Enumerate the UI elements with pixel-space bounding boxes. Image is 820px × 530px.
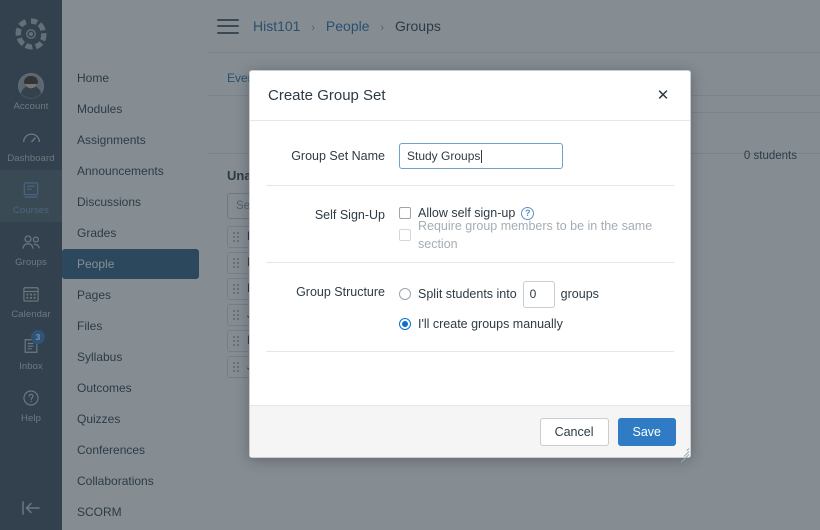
breadcrumb-item-course[interactable]: Hist101 xyxy=(253,18,300,34)
dialog-body: Group Set Name Study Groups Self Sign-Up… xyxy=(250,121,690,405)
group-structure-label: Group Structure xyxy=(296,285,385,299)
canvas-logo[interactable] xyxy=(11,14,51,54)
breadcrumb-separator: › xyxy=(380,22,385,34)
field-group-structure: Group Structure Split students into 0 gr… xyxy=(266,263,674,335)
dashboard-icon xyxy=(18,125,44,151)
drag-handle-icon[interactable] xyxy=(233,231,241,243)
field-self-sign-up: Self Sign-Up Allow self sign-up ? Requir… xyxy=(266,186,674,251)
save-button[interactable]: Save xyxy=(617,417,676,446)
global-nav-item-courses[interactable]: Courses xyxy=(0,170,62,222)
inbox-unread-badge: 3 xyxy=(31,330,45,344)
course-nav-item-collaborations[interactable]: Collaborations xyxy=(62,466,199,496)
course-nav-item-pages[interactable]: Pages xyxy=(62,280,199,310)
drag-handle-icon[interactable] xyxy=(233,257,241,269)
split-students-radio[interactable] xyxy=(399,288,411,300)
course-navigation: Home Modules Assignments Announcements D… xyxy=(62,0,207,530)
drag-handle-icon[interactable] xyxy=(233,283,241,295)
hamburger-menu-icon[interactable] xyxy=(217,18,239,34)
course-nav-item-assignments[interactable]: Assignments xyxy=(62,125,199,155)
collapse-arrow-icon[interactable] xyxy=(0,500,62,516)
text-caret xyxy=(481,149,483,163)
panel-divider xyxy=(692,112,820,113)
same-section-checkbox xyxy=(399,229,411,241)
global-nav-item-account[interactable]: Account xyxy=(0,66,62,118)
students-count-label: 0 students xyxy=(743,150,797,162)
breadcrumb-item-people[interactable]: People xyxy=(326,18,370,34)
courses-icon xyxy=(18,177,44,203)
close-x-icon[interactable]: ✕ xyxy=(652,85,674,107)
course-nav-item-modules[interactable]: Modules xyxy=(62,94,199,124)
create-manually-radio[interactable] xyxy=(399,318,411,330)
drag-handle-icon[interactable] xyxy=(233,361,241,373)
global-nav-label: Inbox xyxy=(19,361,43,372)
global-nav-item-groups[interactable]: Groups xyxy=(0,222,62,274)
dialog-title: Create Group Set xyxy=(268,87,386,104)
global-nav-label: Groups xyxy=(15,257,47,268)
create-manually-option[interactable]: I'll create groups manually xyxy=(399,313,674,335)
global-nav-label: Courses xyxy=(12,205,50,216)
number-of-groups-input[interactable]: 0 xyxy=(522,280,555,308)
calendar-icon xyxy=(18,281,44,307)
course-nav-item-grades[interactable]: Grades xyxy=(62,218,199,248)
course-nav-item-outcomes[interactable]: Outcomes xyxy=(62,373,199,403)
drag-handle-icon[interactable] xyxy=(233,335,241,347)
course-nav-item-syllabus[interactable]: Syllabus xyxy=(62,342,199,372)
course-nav-item-quizzes[interactable]: Quizzes xyxy=(62,404,199,434)
course-nav-item-home[interactable]: Home xyxy=(62,63,199,93)
field-group-set-name: Group Set Name Study Groups xyxy=(266,143,674,169)
global-nav-label: Calendar xyxy=(11,309,51,320)
group-set-name-value: Study Groups xyxy=(407,149,481,163)
same-section-option: Require group members to be in the same … xyxy=(399,219,674,251)
breadcrumb: Hist101 › People › Groups xyxy=(253,18,441,34)
group-set-name-label: Group Set Name xyxy=(291,149,385,163)
divider xyxy=(266,351,674,352)
create-group-set-dialog: Create Group Set ✕ Group Set Name Study … xyxy=(249,70,691,463)
global-nav-item-help[interactable]: Help xyxy=(0,378,62,430)
course-nav-item-conferences[interactable]: Conferences xyxy=(62,435,199,465)
breadcrumb-separator: › xyxy=(311,22,316,34)
global-nav-label: Dashboard xyxy=(7,153,55,164)
global-nav-item-calendar[interactable]: Calendar xyxy=(0,274,62,326)
dialog-footer: Cancel Save xyxy=(250,405,690,463)
user-avatar-icon xyxy=(18,73,44,99)
dialog-header: Create Group Set ✕ xyxy=(250,71,690,121)
course-nav-item-scorm[interactable]: SCORM xyxy=(62,497,199,527)
course-nav-item-announcements[interactable]: Announcements xyxy=(62,156,199,186)
global-nav-item-inbox[interactable]: 3 Inbox xyxy=(0,326,62,378)
course-nav-item-discussions[interactable]: Discussions xyxy=(62,187,199,217)
resize-grip-handle[interactable] xyxy=(677,444,690,463)
groups-icon xyxy=(18,229,44,255)
inbox-icon: 3 xyxy=(18,330,45,359)
create-manually-text: I'll create groups manually xyxy=(418,317,563,331)
course-nav-item-people[interactable]: People xyxy=(62,249,199,279)
allow-self-sign-up-checkbox[interactable] xyxy=(399,207,411,219)
split-students-option[interactable]: Split students into 0 groups xyxy=(399,279,674,309)
same-section-text: Require group members to be in the same … xyxy=(418,219,653,251)
course-nav-item-files[interactable]: Files xyxy=(62,311,199,341)
split-students-text: Split students into xyxy=(418,287,517,301)
drag-handle-icon[interactable] xyxy=(233,309,241,321)
global-nav-label: Account xyxy=(13,101,49,112)
group-set-name-input[interactable]: Study Groups xyxy=(399,143,563,169)
global-nav-label: Help xyxy=(21,413,41,424)
breadcrumb-item-groups: Groups xyxy=(394,18,441,34)
help-circle-icon xyxy=(18,385,44,411)
groups-suffix-text: groups xyxy=(560,287,599,301)
global-nav-item-dashboard[interactable]: Dashboard xyxy=(0,118,62,170)
global-navigation: Account Dashboard Courses Groups Calenda… xyxy=(0,0,62,530)
app-root: Account Dashboard Courses Groups Calenda… xyxy=(0,0,820,530)
cancel-button[interactable]: Cancel xyxy=(539,417,609,446)
top-bar: Hist101 › People › Groups xyxy=(207,0,820,53)
self-sign-up-label: Self Sign-Up xyxy=(314,208,385,222)
